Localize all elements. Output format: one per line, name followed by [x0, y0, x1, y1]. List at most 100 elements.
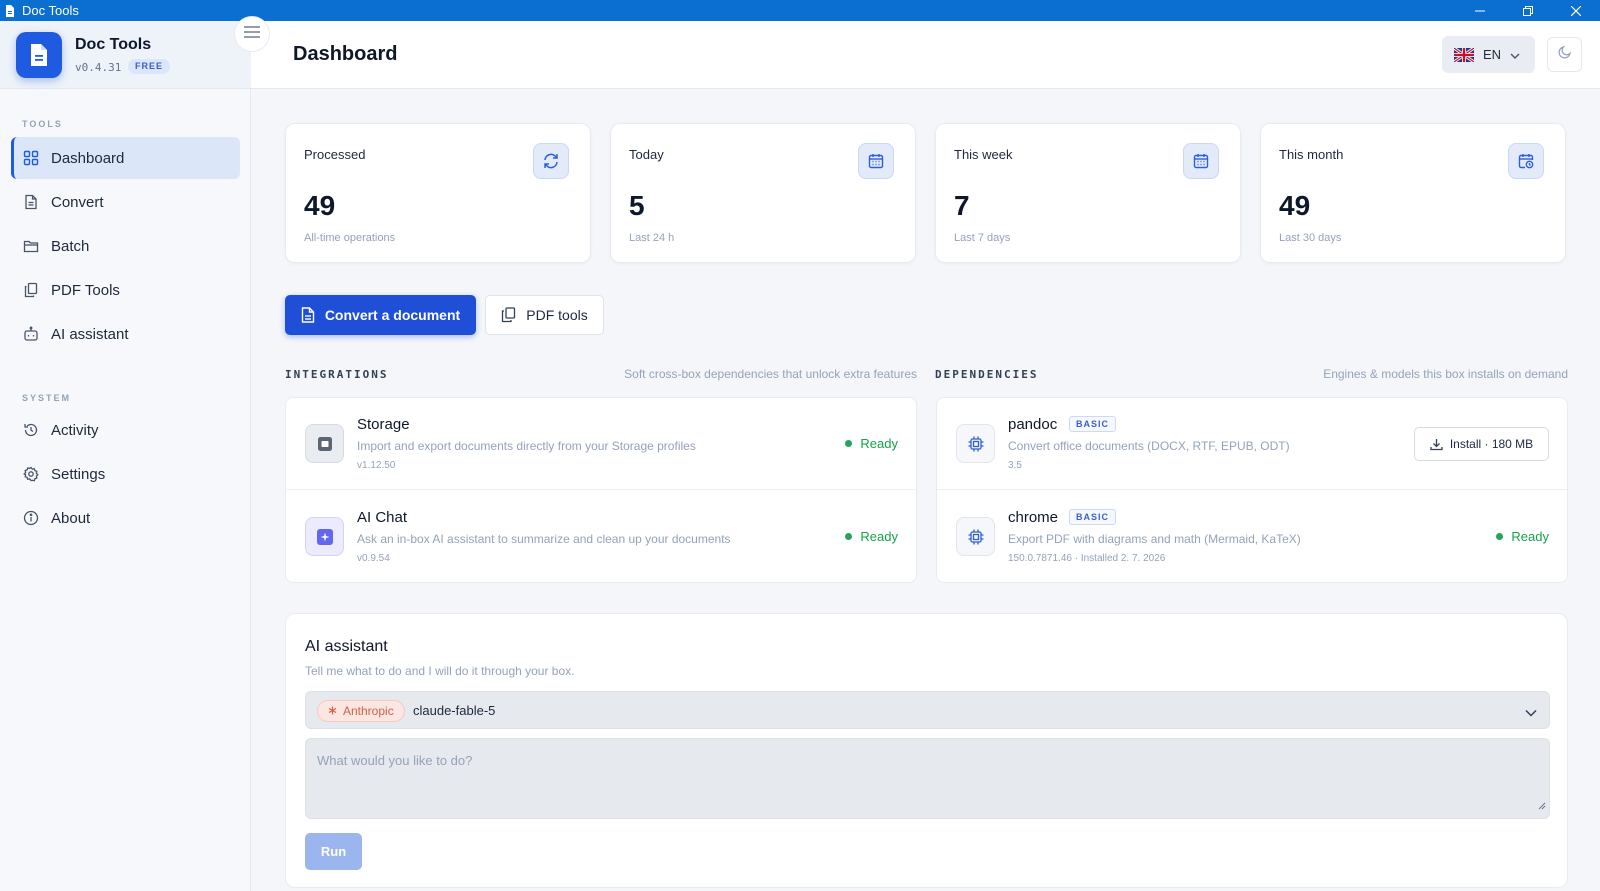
- sidebar-item-ai-assistant[interactable]: AI assistant: [11, 313, 240, 355]
- app-name: Doc Tools: [75, 36, 152, 53]
- info-icon: [23, 510, 39, 526]
- system-section-label: SYSTEM: [22, 393, 72, 403]
- app-version: v0.4.31: [75, 61, 122, 74]
- dependency-name: chrome: [1008, 509, 1059, 526]
- resize-grip-icon[interactable]: [1538, 797, 1546, 815]
- status-label: Ready: [860, 529, 898, 544]
- stat-subtitle: Last 7 days: [954, 232, 1011, 244]
- sidebar-item-activity[interactable]: Activity: [11, 409, 240, 451]
- tier-badge: BASIC: [1069, 416, 1117, 432]
- dependency-row-chrome: chrome BASIC Export PDF with diagrams an…: [937, 491, 1567, 582]
- stat-subtitle: Last 24 h: [629, 232, 675, 244]
- integration-name: AI Chat: [357, 509, 408, 526]
- top-header: Dashboard EN: [251, 21, 1600, 89]
- status-label: Ready: [860, 436, 898, 451]
- sidebar-item-settings[interactable]: Settings: [11, 453, 240, 495]
- copy-icon: [501, 307, 516, 323]
- run-button[interactable]: Run: [305, 833, 362, 870]
- stat-label: This week: [954, 147, 1013, 162]
- prompt-textarea[interactable]: What would you like to do?: [305, 738, 1550, 819]
- brand-header: Doc Tools v0.4.31 FREE: [0, 21, 251, 89]
- restore-button[interactable]: [1504, 0, 1552, 21]
- chevron-down-icon: [1510, 47, 1520, 62]
- stat-subtitle: Last 30 days: [1279, 232, 1342, 244]
- copy-icon: [23, 282, 39, 298]
- model-select[interactable]: Anthropic claude-fable-5: [305, 691, 1550, 729]
- provider-name: Anthropic: [343, 704, 394, 718]
- dependencies-description: Engines & models this box installs on de…: [1323, 367, 1568, 381]
- tier-badge: BASIC: [1069, 509, 1117, 525]
- sidebar-item-label: Convert: [51, 193, 104, 211]
- status-badge: Ready: [1496, 529, 1549, 544]
- dependencies-heading: DEPENDENCIES: [935, 368, 1039, 381]
- asterisk-icon: [328, 704, 337, 718]
- integration-name: Storage: [357, 416, 410, 433]
- integrations-list: Storage Import and export documents dire…: [285, 397, 917, 583]
- integration-row-ai-chat: AI Chat Ask an in-box AI assistant to su…: [286, 491, 916, 582]
- button-label: PDF tools: [526, 307, 588, 323]
- dependency-version: 3.5: [1008, 460, 1022, 471]
- sidebar-item-label: Dashboard: [51, 149, 125, 167]
- folder-icon: [23, 238, 39, 254]
- sidebar-item-label: Batch: [51, 237, 90, 255]
- sidebar-item-label: Settings: [51, 465, 106, 483]
- close-button[interactable]: [1552, 0, 1600, 21]
- stat-card-today: Today 5 Last 24 h: [610, 123, 916, 263]
- status-badge: Ready: [845, 529, 898, 544]
- cpu-chip-icon: [956, 517, 995, 556]
- integration-row-storage: Storage Import and export documents dire…: [286, 398, 916, 490]
- stat-label: Today: [629, 147, 664, 162]
- gear-icon: [23, 466, 39, 482]
- sidebar-item-convert[interactable]: Convert: [11, 181, 240, 223]
- window-title: Doc Tools: [22, 3, 79, 18]
- dependency-version: 150.0.7871.46 · Installed 2. 7. 2026: [1008, 553, 1166, 564]
- integration-version: v0.9.54: [357, 553, 390, 564]
- document-icon: [301, 307, 315, 323]
- calendar-clock-icon: [1508, 143, 1544, 179]
- theme-toggle-button[interactable]: [1547, 37, 1582, 72]
- install-label: Install · 180 MB: [1449, 437, 1534, 451]
- language-code: EN: [1483, 47, 1502, 62]
- bot-icon: [23, 326, 39, 342]
- install-pandoc-button[interactable]: Install · 180 MB: [1414, 427, 1549, 461]
- status-dot-icon: [845, 533, 853, 540]
- app-icon: [4, 4, 16, 17]
- model-name: claude-fable-5: [413, 703, 496, 718]
- stat-card-this-week: This week 7 Last 7 days: [935, 123, 1241, 263]
- sidebar-item-batch[interactable]: Batch: [11, 225, 240, 267]
- sidebar-toggle-button[interactable]: [234, 16, 270, 52]
- moon-icon: [1557, 45, 1572, 64]
- prompt-placeholder: What would you like to do?: [317, 753, 473, 768]
- sidebar: Doc Tools v0.4.31 FREE TOOLS Dashboard C…: [0, 21, 251, 891]
- sidebar-item-pdf-tools[interactable]: PDF Tools: [11, 269, 240, 311]
- sidebar-item-dashboard[interactable]: Dashboard: [11, 137, 240, 179]
- stat-value: 7: [954, 190, 970, 221]
- sidebar-item-label: Activity: [51, 421, 99, 439]
- calendar-icon: [1183, 143, 1219, 179]
- language-selector[interactable]: EN: [1442, 36, 1535, 73]
- pdf-tools-button[interactable]: PDF tools: [485, 295, 604, 335]
- sidebar-item-label: PDF Tools: [51, 281, 120, 299]
- stat-value: 5: [629, 190, 645, 221]
- status-label: Ready: [1511, 529, 1549, 544]
- chevron-down-icon: [1525, 704, 1537, 722]
- uk-flag-icon: [1453, 46, 1475, 63]
- download-icon: [1430, 438, 1443, 451]
- status-dot-icon: [1496, 533, 1504, 540]
- status-dot-icon: [845, 440, 853, 447]
- stat-card-processed: Processed 49 All-time operations: [285, 123, 591, 263]
- minimize-button[interactable]: [1456, 0, 1504, 21]
- ai-assistant-panel: AI assistant Tell me what to do and I wi…: [285, 613, 1568, 888]
- integration-description: Import and export documents directly fro…: [357, 439, 696, 453]
- refresh-icon: [533, 143, 569, 179]
- integration-description: Ask an in-box AI assistant to summarize …: [357, 532, 731, 546]
- sidebar-item-about[interactable]: About: [11, 497, 240, 539]
- stat-label: Processed: [304, 147, 366, 162]
- stat-subtitle: All-time operations: [304, 232, 396, 244]
- convert-document-button[interactable]: Convert a document: [285, 295, 476, 335]
- dependency-name: pandoc: [1008, 416, 1058, 433]
- dependency-description: Convert office documents (DOCX, RTF, EPU…: [1008, 439, 1290, 453]
- dependencies-list: pandoc BASIC Convert office documents (D…: [936, 397, 1568, 583]
- sidebar-item-label: AI assistant: [51, 325, 129, 343]
- integrations-description: Soft cross-box dependencies that unlock …: [624, 367, 917, 381]
